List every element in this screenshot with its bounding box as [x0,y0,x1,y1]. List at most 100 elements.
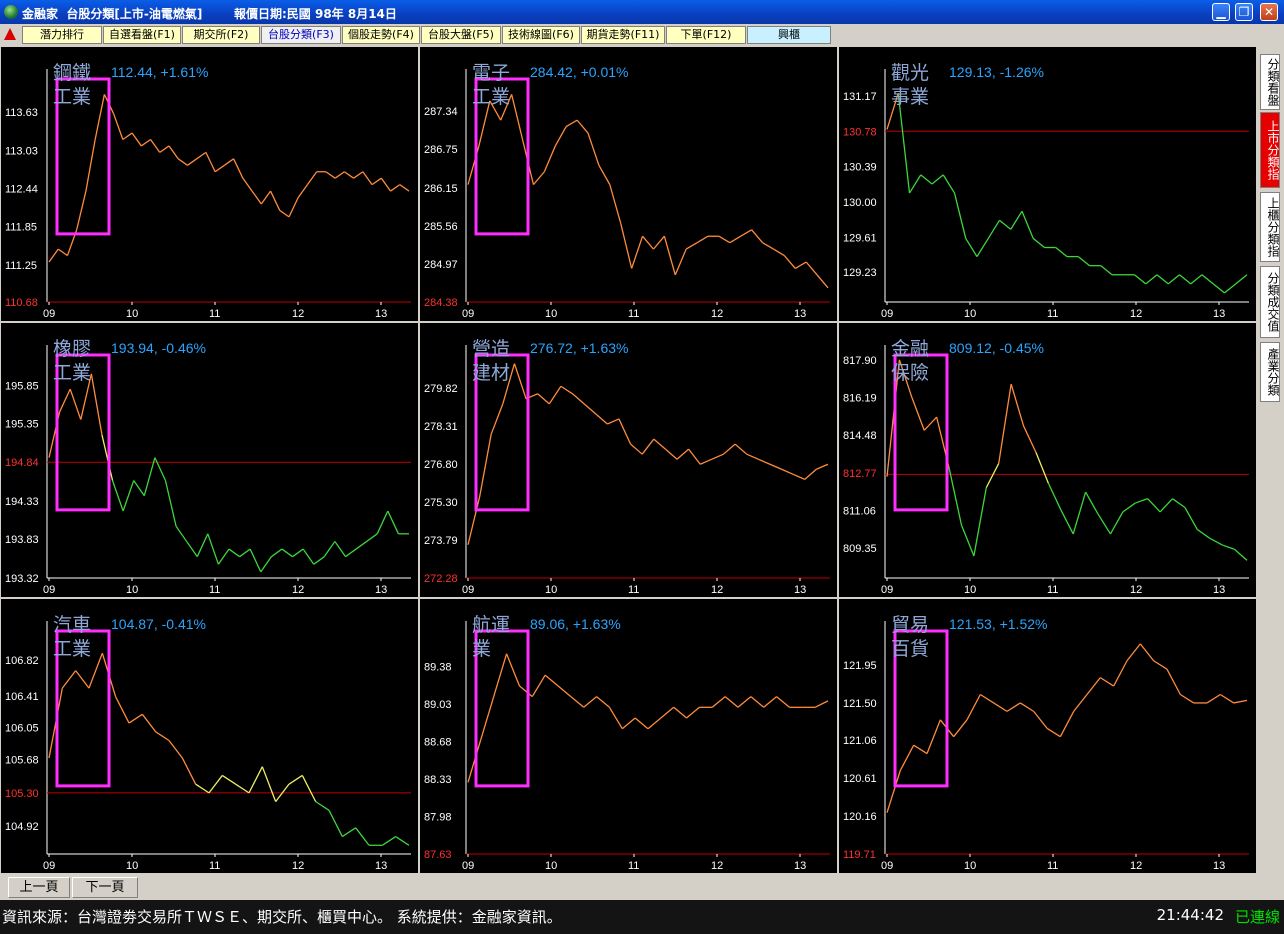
menu-stock-trend[interactable]: 個股走勢(F4) [342,26,420,44]
side-tab-industry[interactable]: 產業分類 [1260,342,1280,402]
side-tab-otc-index[interactable]: 上櫃分類指 [1260,192,1280,262]
price-segment [1047,482,1062,510]
chart-panel[interactable]: 287.34 286.75 286.15 285.56 284.97 284.38 09 10… [420,47,837,321]
y-tick-label: 278.31 [424,421,458,433]
price-segment [1212,283,1225,294]
price-segment [1072,491,1087,535]
close-icon[interactable]: ✕ [1260,3,1278,21]
side-tab-category-view[interactable]: 分類看盤 [1260,54,1280,110]
price-segment [1179,693,1195,704]
price-segment [1022,425,1037,453]
price-segment [618,418,632,445]
price-segment [688,448,701,465]
chart-panel[interactable]: 817.90 816.19 814.48 812.77 811.06 809.35 09 10… [839,323,1256,597]
menu-potential-ranking[interactable]: 潛力排行 [22,26,102,44]
minimize-icon[interactable]: ▁ [1212,3,1230,21]
menu-tw-index[interactable]: 台股大盤(F5) [421,26,501,44]
chart-panel[interactable]: 131.17 130.78 130.39 130.00 129.61 129.23 09 10… [839,47,1256,321]
price-segment [315,801,330,811]
price-segment [897,93,911,194]
price-segment [57,248,68,257]
x-tick-label: 10 [964,584,976,596]
price-segment [381,835,397,846]
x-tick-label: 13 [794,860,806,872]
price-segment [217,548,230,565]
price-segment [781,468,794,475]
chart-panel[interactable]: 121.95 121.50 121.06 120.61 120.16 119.71 09 10… [839,599,1256,873]
price-segment [993,702,1008,712]
chart-panel[interactable]: 113.63 113.03 112.44 111.85 111.25 110.68 09 10… [1,47,418,321]
chart-panel[interactable]: 106.82 106.41 106.05 105.68 105.30 104.92 09 10… [1,599,418,873]
price-segment [345,548,357,558]
price-segment [576,119,589,134]
y-tick-label: 284.97 [424,259,458,271]
price-segment [248,766,263,794]
menu-futures-exchange[interactable]: 期交所(F2) [182,26,260,44]
menu-watchlist[interactable]: 自選看盤(F1) [103,26,181,44]
price-segment [1224,283,1237,294]
restore-icon[interactable]: ❐ [1235,3,1253,21]
price-segment [816,463,829,470]
x-tick-label: 12 [1130,308,1142,320]
chart-panel[interactable]: 279.82 278.31 276.80 275.30 273.79 272.28 09 10… [420,323,837,597]
price-segment [380,177,392,192]
chart-panel[interactable]: 89.38 89.03 88.68 88.33 87.98 87.63 09 10 11 12 13… [420,599,837,873]
price-segment [133,480,145,497]
y-tick-label: 89.03 [424,699,452,711]
price-segment [607,418,620,425]
chart-panel[interactable]: 195.85 195.35 194.84 194.33 193.83 193.32 09 10… [1,323,418,597]
clock-text: 21:44:42 [1156,906,1224,924]
x-tick-label: 10 [964,308,976,320]
price-segment [143,457,156,496]
price-segment [966,694,981,721]
price-segment [85,139,96,192]
price-segment [362,171,373,186]
price-segment [583,403,597,415]
price-segment [608,706,623,730]
y-tick-label: 111.85 [5,222,37,234]
y-tick-label: 88.68 [424,737,452,749]
price-segment [155,731,170,742]
price-segment [676,448,690,460]
price-segment [239,548,251,558]
y-tick-label: 113.03 [5,145,38,157]
y-tick-label: 106.05 [5,722,39,734]
price-segment [168,740,183,759]
menu-tech-chart[interactable]: 技術線圖(F6) [502,26,580,44]
menu-futures-trend[interactable]: 期貨走勢(F11) [581,26,665,44]
category-name: 金融 [891,338,929,360]
price-segment [269,190,281,211]
price-segment [1126,643,1141,662]
price-segment [908,174,922,194]
category-name: 貿易 [891,614,929,636]
menu-tw-category[interactable]: 台股分類(F3) [261,26,341,44]
price-segment [325,171,336,179]
menu-emerging[interactable]: 興櫃 [747,26,831,44]
x-tick-label: 12 [711,860,723,872]
price-segment [328,810,343,837]
price-segment [341,827,357,838]
price-segment [111,480,124,512]
price-change-label: 276.72, +1.63% [530,340,628,356]
menu-order[interactable]: 下單(F12) [666,26,746,44]
price-segment [570,696,585,708]
prev-page-button[interactable]: 上一頁 [8,877,70,898]
price-segment [1097,513,1111,535]
y-tick-label: 111.25 [5,260,37,272]
y-tick-label: 110.68 [5,297,38,309]
price-segment [150,139,161,153]
price-segment [816,274,829,289]
x-tick-label: 11 [1047,860,1058,872]
price-segment [674,248,687,276]
side-tab-category-volume[interactable]: 分類成交值 [1260,266,1280,338]
price-segment [598,164,611,185]
status-bar: 資訊來源：台灣證劵交易所ＴＷＳＥ、期交所、櫃買中心。 系統提供：金融家資訊。 2… [0,900,1284,934]
x-tick-label: 10 [545,860,557,872]
side-tab-listed-index[interactable]: 上市分類指 [1260,112,1280,188]
price-segment [630,443,643,455]
y-tick-label: 809.35 [843,543,877,555]
price-segment [493,653,508,697]
x-tick-label: 09 [462,308,474,320]
x-tick-label: 10 [545,308,557,320]
next-page-button[interactable]: 下一頁 [72,877,138,898]
